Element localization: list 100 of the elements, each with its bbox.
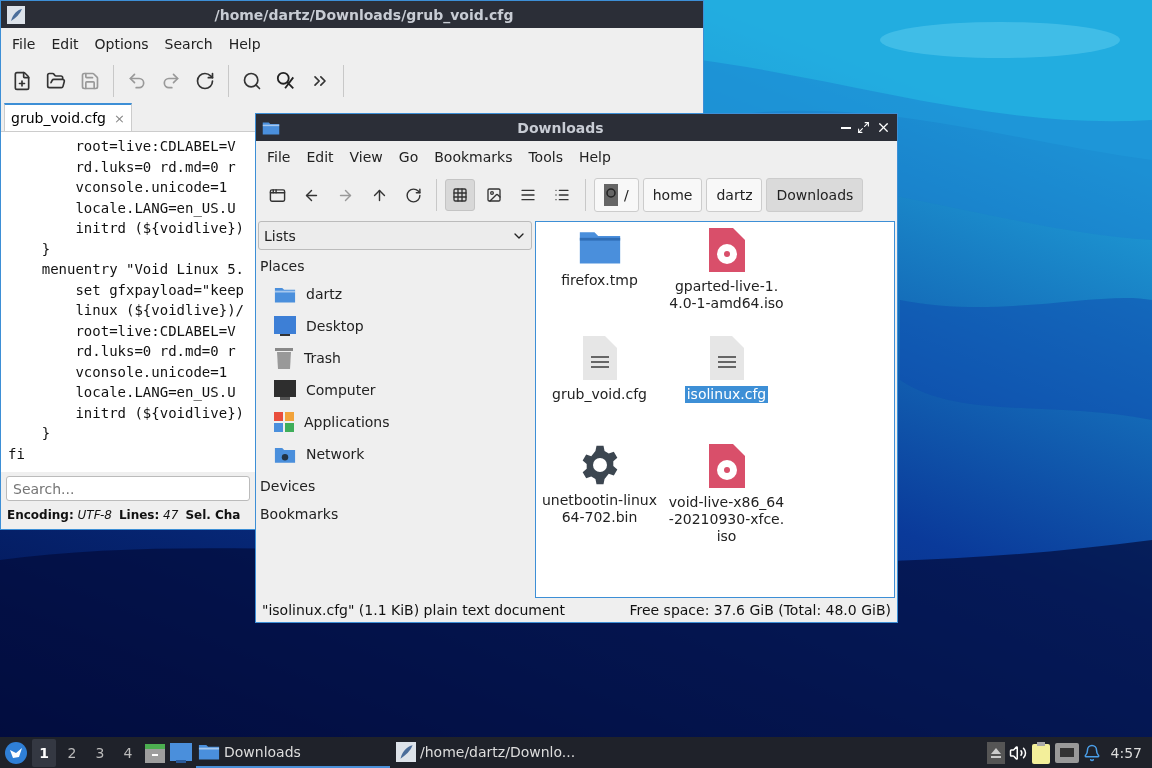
code-line: vconsole.unicode=1 xyxy=(74,178,228,197)
code-line: locale.LANG=en_US.U xyxy=(74,383,236,403)
close-icon xyxy=(876,120,891,135)
notification-icon[interactable] xyxy=(1082,743,1101,762)
menu-item[interactable]: File xyxy=(259,149,299,165)
image-icon xyxy=(486,187,502,203)
status-text: Free space: 37.6 GiB (Total: 48.0 GiB) xyxy=(629,602,891,618)
menu-item[interactable]: View xyxy=(341,149,391,165)
applications-icon xyxy=(274,412,294,432)
drive-icon xyxy=(604,184,618,206)
side-pane-dropdown[interactable]: Lists xyxy=(258,221,532,250)
place-item[interactable]: Desktop xyxy=(258,310,532,342)
workspace-button[interactable]: 1 xyxy=(32,738,56,767)
folder-icon xyxy=(262,119,280,136)
menu-item[interactable]: Help xyxy=(220,36,269,52)
desktop-icon xyxy=(274,316,296,336)
section-heading[interactable]: Devices xyxy=(258,470,532,498)
workspace-button[interactable]: 4 xyxy=(116,738,140,767)
file-tab[interactable]: grub_void.cfg × xyxy=(4,103,132,131)
clipboard-icon[interactable] xyxy=(1030,740,1051,765)
code-line: } xyxy=(40,239,51,259)
folder-icon xyxy=(198,742,220,761)
menu-item[interactable]: Bookmarks xyxy=(426,149,521,165)
window-icon xyxy=(268,186,286,204)
code-line: set gfxpayload="keep xyxy=(74,280,244,300)
place-item[interactable]: Trash xyxy=(258,342,532,374)
search-field[interactable]: Search... xyxy=(6,476,250,501)
status-text: Lines: 47 xyxy=(118,508,179,522)
code-line: root=live:CDLABEL=V xyxy=(74,321,236,341)
code-line: linux (${voidlive})/ xyxy=(74,301,244,320)
desktop-icon[interactable] xyxy=(170,742,192,763)
task-button[interactable]: Downloads xyxy=(196,737,390,768)
minimize-icon xyxy=(841,126,851,129)
code-line: root=live:CDLABEL=V xyxy=(74,137,236,156)
code-line: fi xyxy=(8,444,25,464)
code-line: rd.luks=0 rd.md=0 r xyxy=(74,342,236,361)
search-pencil-icon xyxy=(276,71,296,91)
place-item[interactable]: Applications xyxy=(258,406,532,438)
section-heading[interactable]: Places xyxy=(258,250,532,278)
redo-icon xyxy=(161,71,181,91)
text-file-icon xyxy=(709,336,744,380)
maximize-icon xyxy=(857,121,870,134)
file-cabinet-icon[interactable] xyxy=(144,741,166,764)
menu-item[interactable]: Search xyxy=(156,36,221,52)
clock: 4:57 xyxy=(1109,744,1143,761)
status-text: "isolinux.cfg" (1.1 KiB) plain text document xyxy=(262,602,565,618)
file-name[interactable]: firefox.tmp xyxy=(539,272,660,289)
monitor-icon xyxy=(274,380,296,400)
quill-icon xyxy=(396,741,416,762)
section-heading[interactable]: Bookmarks xyxy=(258,498,532,526)
menu-item[interactable]: Edit xyxy=(43,36,87,52)
workspace-button[interactable]: 2 xyxy=(60,738,84,767)
workspace-button[interactable]: 3 xyxy=(88,738,112,767)
code-line: locale.LANG=en_US.U xyxy=(74,198,236,218)
reload-icon xyxy=(404,186,422,204)
status-text: Encoding: UTF-8 xyxy=(7,508,112,522)
text-file-icon xyxy=(582,336,617,380)
menu-item[interactable]: Edit xyxy=(298,149,342,165)
search-icon xyxy=(242,71,262,91)
path-button[interactable]: / xyxy=(594,178,639,212)
file-name[interactable]: unetbootin-linux64-702.bin xyxy=(539,492,660,526)
volume-icon[interactable] xyxy=(1008,743,1027,762)
undo-icon xyxy=(127,71,147,91)
lines-icon xyxy=(520,187,536,203)
menu-item[interactable]: Help xyxy=(570,149,619,165)
task-button[interactable]: /home/dartz/Downlo... xyxy=(394,737,588,768)
grid-icon xyxy=(452,187,468,203)
network-icon[interactable] xyxy=(1054,742,1079,763)
icons-view-button[interactable] xyxy=(445,179,475,211)
code-line: initrd (${voidlive}) xyxy=(74,219,244,238)
reload-icon xyxy=(195,71,215,91)
disc-image-icon xyxy=(708,444,745,488)
eject-icon[interactable] xyxy=(986,741,1005,764)
list-icon xyxy=(554,187,570,203)
code-line: rd.luks=0 rd.md=0 r xyxy=(74,157,236,177)
menu-item[interactable]: Go xyxy=(390,149,427,165)
status-text: Sel. Cha xyxy=(185,508,241,522)
place-item[interactable]: dartz xyxy=(258,278,532,310)
code-line: } xyxy=(40,424,51,443)
path-button[interactable]: Downloads xyxy=(766,178,864,212)
code-line: vconsole.unicode=1 xyxy=(74,362,228,382)
place-item[interactable]: Network xyxy=(258,438,532,470)
window-title: /home/dartz/Downloads/grub_void.cfg xyxy=(213,6,515,23)
menu-item[interactable]: Options xyxy=(86,36,157,52)
file-name[interactable]: void-live-x86_64-20210930-xfce.iso xyxy=(666,494,787,545)
file-plus-icon xyxy=(12,71,32,91)
window-title: Downloads xyxy=(516,119,605,136)
quill-icon xyxy=(7,5,25,24)
path-button[interactable]: dartz xyxy=(706,178,763,212)
folder-icon xyxy=(46,71,66,91)
file-name[interactable]: gparted-live-1.4.0-1-amd64.iso xyxy=(666,278,787,312)
start-menu-icon[interactable] xyxy=(4,740,28,765)
file-name[interactable]: grub_void.cfg xyxy=(539,386,660,403)
path-button[interactable]: home xyxy=(642,178,703,212)
trash-icon xyxy=(274,347,294,369)
menu-item[interactable]: File xyxy=(4,36,44,52)
menu-item[interactable]: Tools xyxy=(520,149,571,165)
place-item[interactable]: Computer xyxy=(258,374,532,406)
disc-image-icon xyxy=(708,228,745,272)
code-line: menuentry "Void Linux 5. xyxy=(40,260,244,279)
